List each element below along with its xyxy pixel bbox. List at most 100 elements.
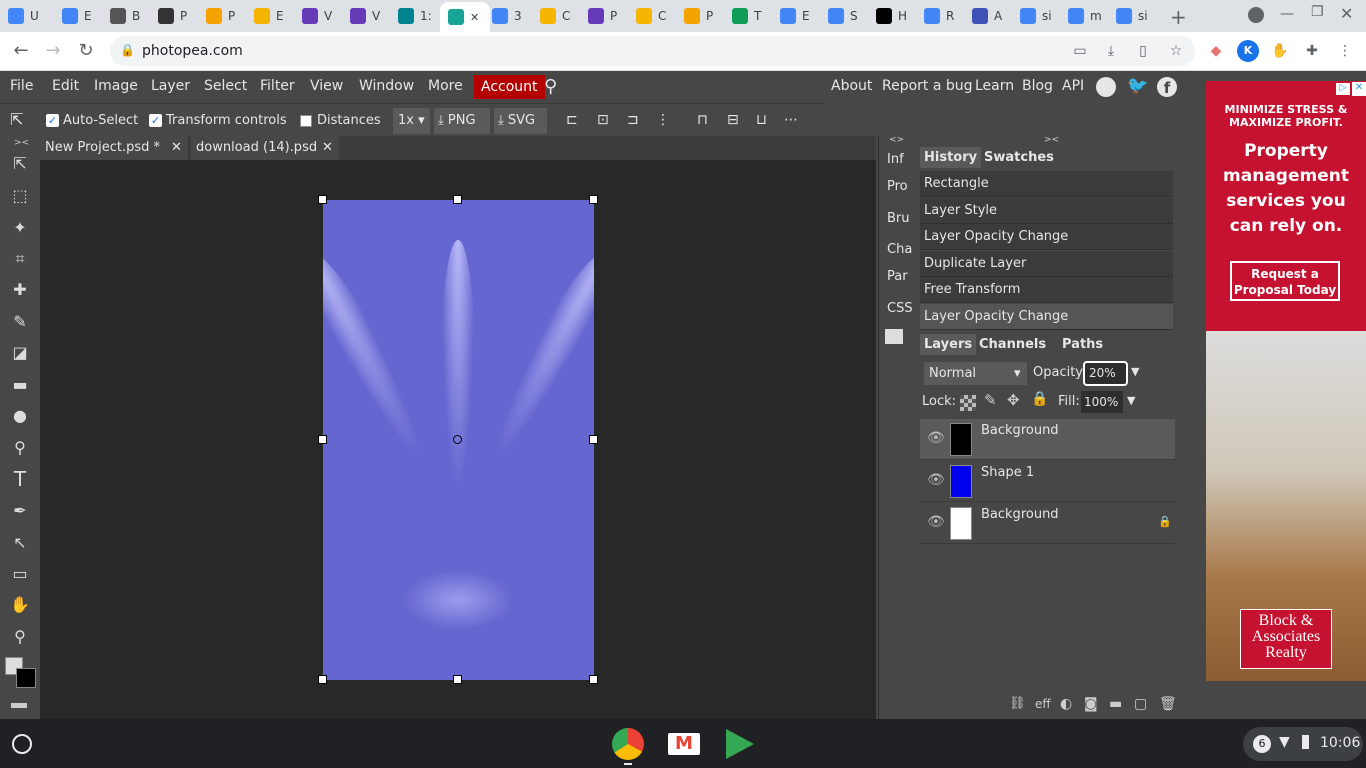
link-learn[interactable]: Learn — [975, 78, 1014, 94]
layer-mask-icon[interactable]: ◙ — [1084, 696, 1098, 712]
opacity-input[interactable]: 20% — [1083, 361, 1128, 386]
twitter-icon[interactable]: 🐦 — [1127, 76, 1148, 96]
lock-transparency-icon[interactable] — [960, 395, 976, 411]
advertisement[interactable]: ▷ ✕ MINIMIZE STRESS & MAXIMIZE PROFIT. P… — [1206, 81, 1366, 681]
browser-tab[interactable]: 1: — [398, 4, 432, 28]
fill-input[interactable]: 100% — [1081, 391, 1123, 413]
align-bottom-icon[interactable]: ⊔ — [756, 112, 767, 128]
distribute-h-icon[interactable]: ⋮ — [656, 112, 670, 128]
collapse-panels-icon[interactable]: >< — [1044, 135, 1059, 145]
menu-image[interactable]: Image — [94, 78, 138, 94]
back-icon[interactable]: ← — [10, 40, 32, 62]
align-right-icon[interactable]: ⊐ — [627, 112, 639, 128]
menu-select[interactable]: Select — [204, 78, 247, 94]
menu-file[interactable]: File — [10, 78, 33, 94]
fill-dropdown-icon[interactable]: ▼ — [1127, 394, 1135, 407]
layer-effects-button[interactable]: eff — [1035, 697, 1051, 711]
link-about[interactable]: About — [831, 78, 872, 94]
browser-tab[interactable]: 3 — [492, 4, 522, 28]
address-bar[interactable]: 🔒 photopea.com — [110, 36, 1195, 66]
quick-mask-icon[interactable] — [11, 703, 27, 708]
browser-tab[interactable]: P — [206, 4, 235, 28]
browser-tab[interactable]: U — [8, 4, 39, 28]
link-blog[interactable]: Blog — [1022, 78, 1053, 94]
notification-badge[interactable]: 6 — [1253, 735, 1271, 753]
restore-icon[interactable]: ❐ — [1311, 4, 1324, 20]
history-item[interactable]: Layer Style — [920, 197, 1173, 224]
align-middle-icon[interactable]: ⊟ — [727, 112, 739, 128]
layer-row[interactable]: 👁 Background — [920, 419, 1175, 460]
reload-icon[interactable]: ↻ — [75, 40, 97, 62]
tab-swatches[interactable]: Swatches — [980, 147, 1058, 168]
history-item[interactable]: Free Transform — [920, 277, 1173, 304]
doc-tab-download[interactable]: download (14).psd ✕ — [191, 136, 339, 160]
adjustment-layer-icon[interactable]: ◐ — [1060, 696, 1072, 712]
browser-tab[interactable]: E — [254, 4, 284, 28]
menu-layer[interactable]: Layer — [151, 78, 190, 94]
reddit-icon[interactable] — [1096, 77, 1116, 97]
bookmark-star-icon[interactable]: ☆ — [1165, 40, 1187, 62]
collapse-tools-icon[interactable]: >< — [14, 138, 29, 148]
play-store-icon[interactable] — [726, 729, 754, 759]
zoom-tool[interactable]: ⚲ — [8, 625, 32, 649]
info-panel-button[interactable]: Inf — [887, 152, 904, 167]
link-layers-icon[interactable]: ⛓ — [1009, 696, 1026, 711]
transform-handle-tl[interactable] — [318, 195, 327, 204]
background-color[interactable] — [16, 668, 36, 688]
close-window-icon[interactable]: ✕ — [1340, 4, 1353, 23]
export-svg-button[interactable]: ⤓ SVG — [494, 108, 547, 134]
browser-tab[interactable]: P — [158, 4, 187, 28]
transform-handle-br[interactable] — [589, 675, 598, 684]
visibility-eye-icon[interactable]: 👁 — [927, 430, 945, 446]
lock-position-icon[interactable]: ✥ — [1007, 391, 1020, 409]
close-tab-icon[interactable]: ✕ — [171, 136, 182, 160]
delete-layer-icon[interactable]: 🗑 — [1159, 696, 1177, 712]
magic-wand-tool[interactable]: ✦ — [8, 216, 32, 240]
menu-filter[interactable]: Filter — [260, 78, 295, 94]
download-icon[interactable]: ⤓ — [1100, 40, 1122, 62]
distribute-v-icon[interactable]: ⋯ — [784, 112, 798, 128]
transform-controls-checkbox[interactable]: ✓ — [149, 114, 162, 127]
page-icon[interactable]: ▯ — [1132, 40, 1154, 62]
link-api[interactable]: API — [1062, 78, 1084, 94]
forward-icon[interactable]: → — [42, 40, 64, 62]
marquee-tool[interactable]: ⬚ — [8, 184, 32, 208]
css-panel-button[interactable]: CSS — [887, 301, 913, 316]
paragraph-panel-button[interactable]: Par — [887, 269, 908, 284]
character-panel-button[interactable]: Cha — [887, 242, 912, 257]
browser-tab[interactable]: A — [972, 4, 1002, 28]
browser-tab[interactable]: V — [302, 4, 332, 28]
distances-checkbox[interactable] — [300, 115, 312, 127]
browser-tab[interactable]: H — [876, 4, 907, 28]
hand-extension-icon[interactable]: ✋ — [1269, 40, 1291, 62]
type-tool[interactable]: T — [8, 467, 32, 491]
layer-row[interactable]: 👁 Shape 1 — [920, 461, 1175, 502]
transform-handle-bl[interactable] — [318, 675, 327, 684]
link-report-a-bug[interactable]: Report a bug — [882, 78, 973, 94]
browser-tab[interactable]: E — [780, 4, 810, 28]
doc-tab-new-project[interactable]: New Project.psd * ✕ — [40, 136, 188, 160]
menu-more[interactable]: More — [428, 78, 463, 94]
blend-mode-select[interactable]: Normal ▾ — [924, 362, 1027, 385]
new-layer-icon[interactable]: ▢ — [1134, 696, 1147, 712]
transform-center[interactable] — [453, 435, 462, 444]
browser-tab[interactable]: S — [828, 4, 858, 28]
browser-tab[interactable]: E — [62, 4, 92, 28]
lock-pixels-icon[interactable]: ✎ — [984, 391, 997, 409]
browser-tab[interactable]: R — [924, 4, 954, 28]
browser-tab[interactable]: P — [684, 4, 713, 28]
browser-tab[interactable]: C — [540, 4, 570, 28]
new-tab-button[interactable]: + — [1170, 5, 1187, 29]
shape-tool[interactable]: ▭ — [8, 562, 32, 586]
visibility-eye-icon[interactable]: 👁 — [927, 514, 945, 530]
k-extension-icon[interactable]: K — [1237, 40, 1259, 62]
visibility-eye-icon[interactable]: 👁 — [927, 472, 945, 488]
tab-search-icon[interactable] — [1248, 7, 1264, 23]
auto-select-checkbox[interactable]: ✓ — [46, 114, 59, 127]
browser-tab[interactable]: V — [350, 4, 380, 28]
opacity-dropdown-icon[interactable]: ▼ — [1131, 365, 1139, 378]
export-png-button[interactable]: ⤓ PNG — [434, 108, 490, 134]
menu-edit[interactable]: Edit — [52, 78, 79, 94]
history-item[interactable]: Layer Opacity Change — [920, 224, 1173, 251]
eraser-tool[interactable]: ◪ — [8, 341, 32, 365]
